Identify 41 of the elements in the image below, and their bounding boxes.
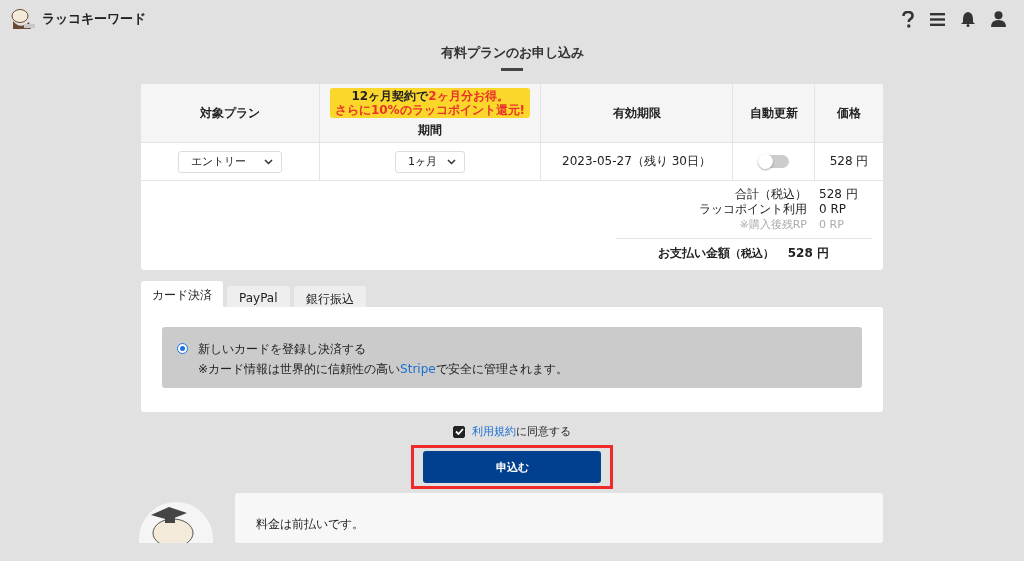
- chevron-icon: [264, 158, 273, 165]
- menu-icon[interactable]: [930, 12, 945, 26]
- column-header: 対象プラン: [200, 104, 260, 122]
- price: 528 円: [829, 153, 869, 170]
- summary-label: ラッコポイント利用: [698, 202, 807, 217]
- chevron-icon: [447, 158, 456, 165]
- help-icon[interactable]: [902, 10, 914, 28]
- terms-link[interactable]: 利用規約: [472, 425, 516, 438]
- summary-value: 0 RP: [818, 217, 844, 232]
- option-label: 新しいカードを登録し決済する: [198, 341, 367, 358]
- auto-renew-toggle[interactable]: [758, 155, 789, 168]
- summary-value: 0 RP: [818, 202, 847, 217]
- info-text: 料金は前払いです。: [256, 517, 364, 531]
- radio-button[interactable]: [177, 343, 188, 354]
- user-icon[interactable]: [991, 11, 1006, 27]
- total-label: お支払い金額: [657, 245, 730, 262]
- period-dropdown[interactable]: 1ヶ月: [395, 150, 465, 173]
- plan-dropdown[interactable]: エントリー: [178, 150, 282, 173]
- checkbox[interactable]: [453, 425, 465, 438]
- total-amount: 528 円: [787, 245, 829, 262]
- column-header: 価格: [837, 104, 861, 122]
- bell-icon[interactable]: [961, 11, 975, 27]
- payment-tab[interactable]: PayPal: [227, 286, 290, 307]
- logo-text[interactable]: ラッコキーワード: [42, 10, 146, 28]
- summary-label: 合計（税込）: [734, 187, 807, 202]
- option-note: ※カード情報は世界的に信頼性の高いStripeで安全に管理されます。: [198, 361, 568, 378]
- agree-text: 利用規約に同意する: [472, 424, 571, 439]
- payment-tab[interactable]: 銀行振込: [293, 286, 366, 307]
- expiry-date: 2023-05-27（残り 30日）: [562, 153, 711, 170]
- summary-label: ※購入後残RP: [738, 217, 807, 232]
- submit-button[interactable]: 申込む: [423, 451, 601, 483]
- otter-logo-icon: [10, 8, 36, 30]
- column-header: 自動更新: [749, 104, 798, 122]
- page-title: 有料プランのお申し込み: [440, 44, 584, 62]
- mascot-avatar-icon: [139, 499, 213, 543]
- payment-tab[interactable]: カード決済: [141, 281, 223, 307]
- column-header: 期間: [418, 121, 442, 139]
- summary-value: 528 円: [818, 187, 858, 202]
- promo-badge: 12ヶ月契約で2ヶ月分お得。 さらに10%のラッコポイント還元!: [329, 87, 531, 118]
- total-note: （税込）: [729, 246, 774, 261]
- column-header: 有効期限: [612, 104, 661, 122]
